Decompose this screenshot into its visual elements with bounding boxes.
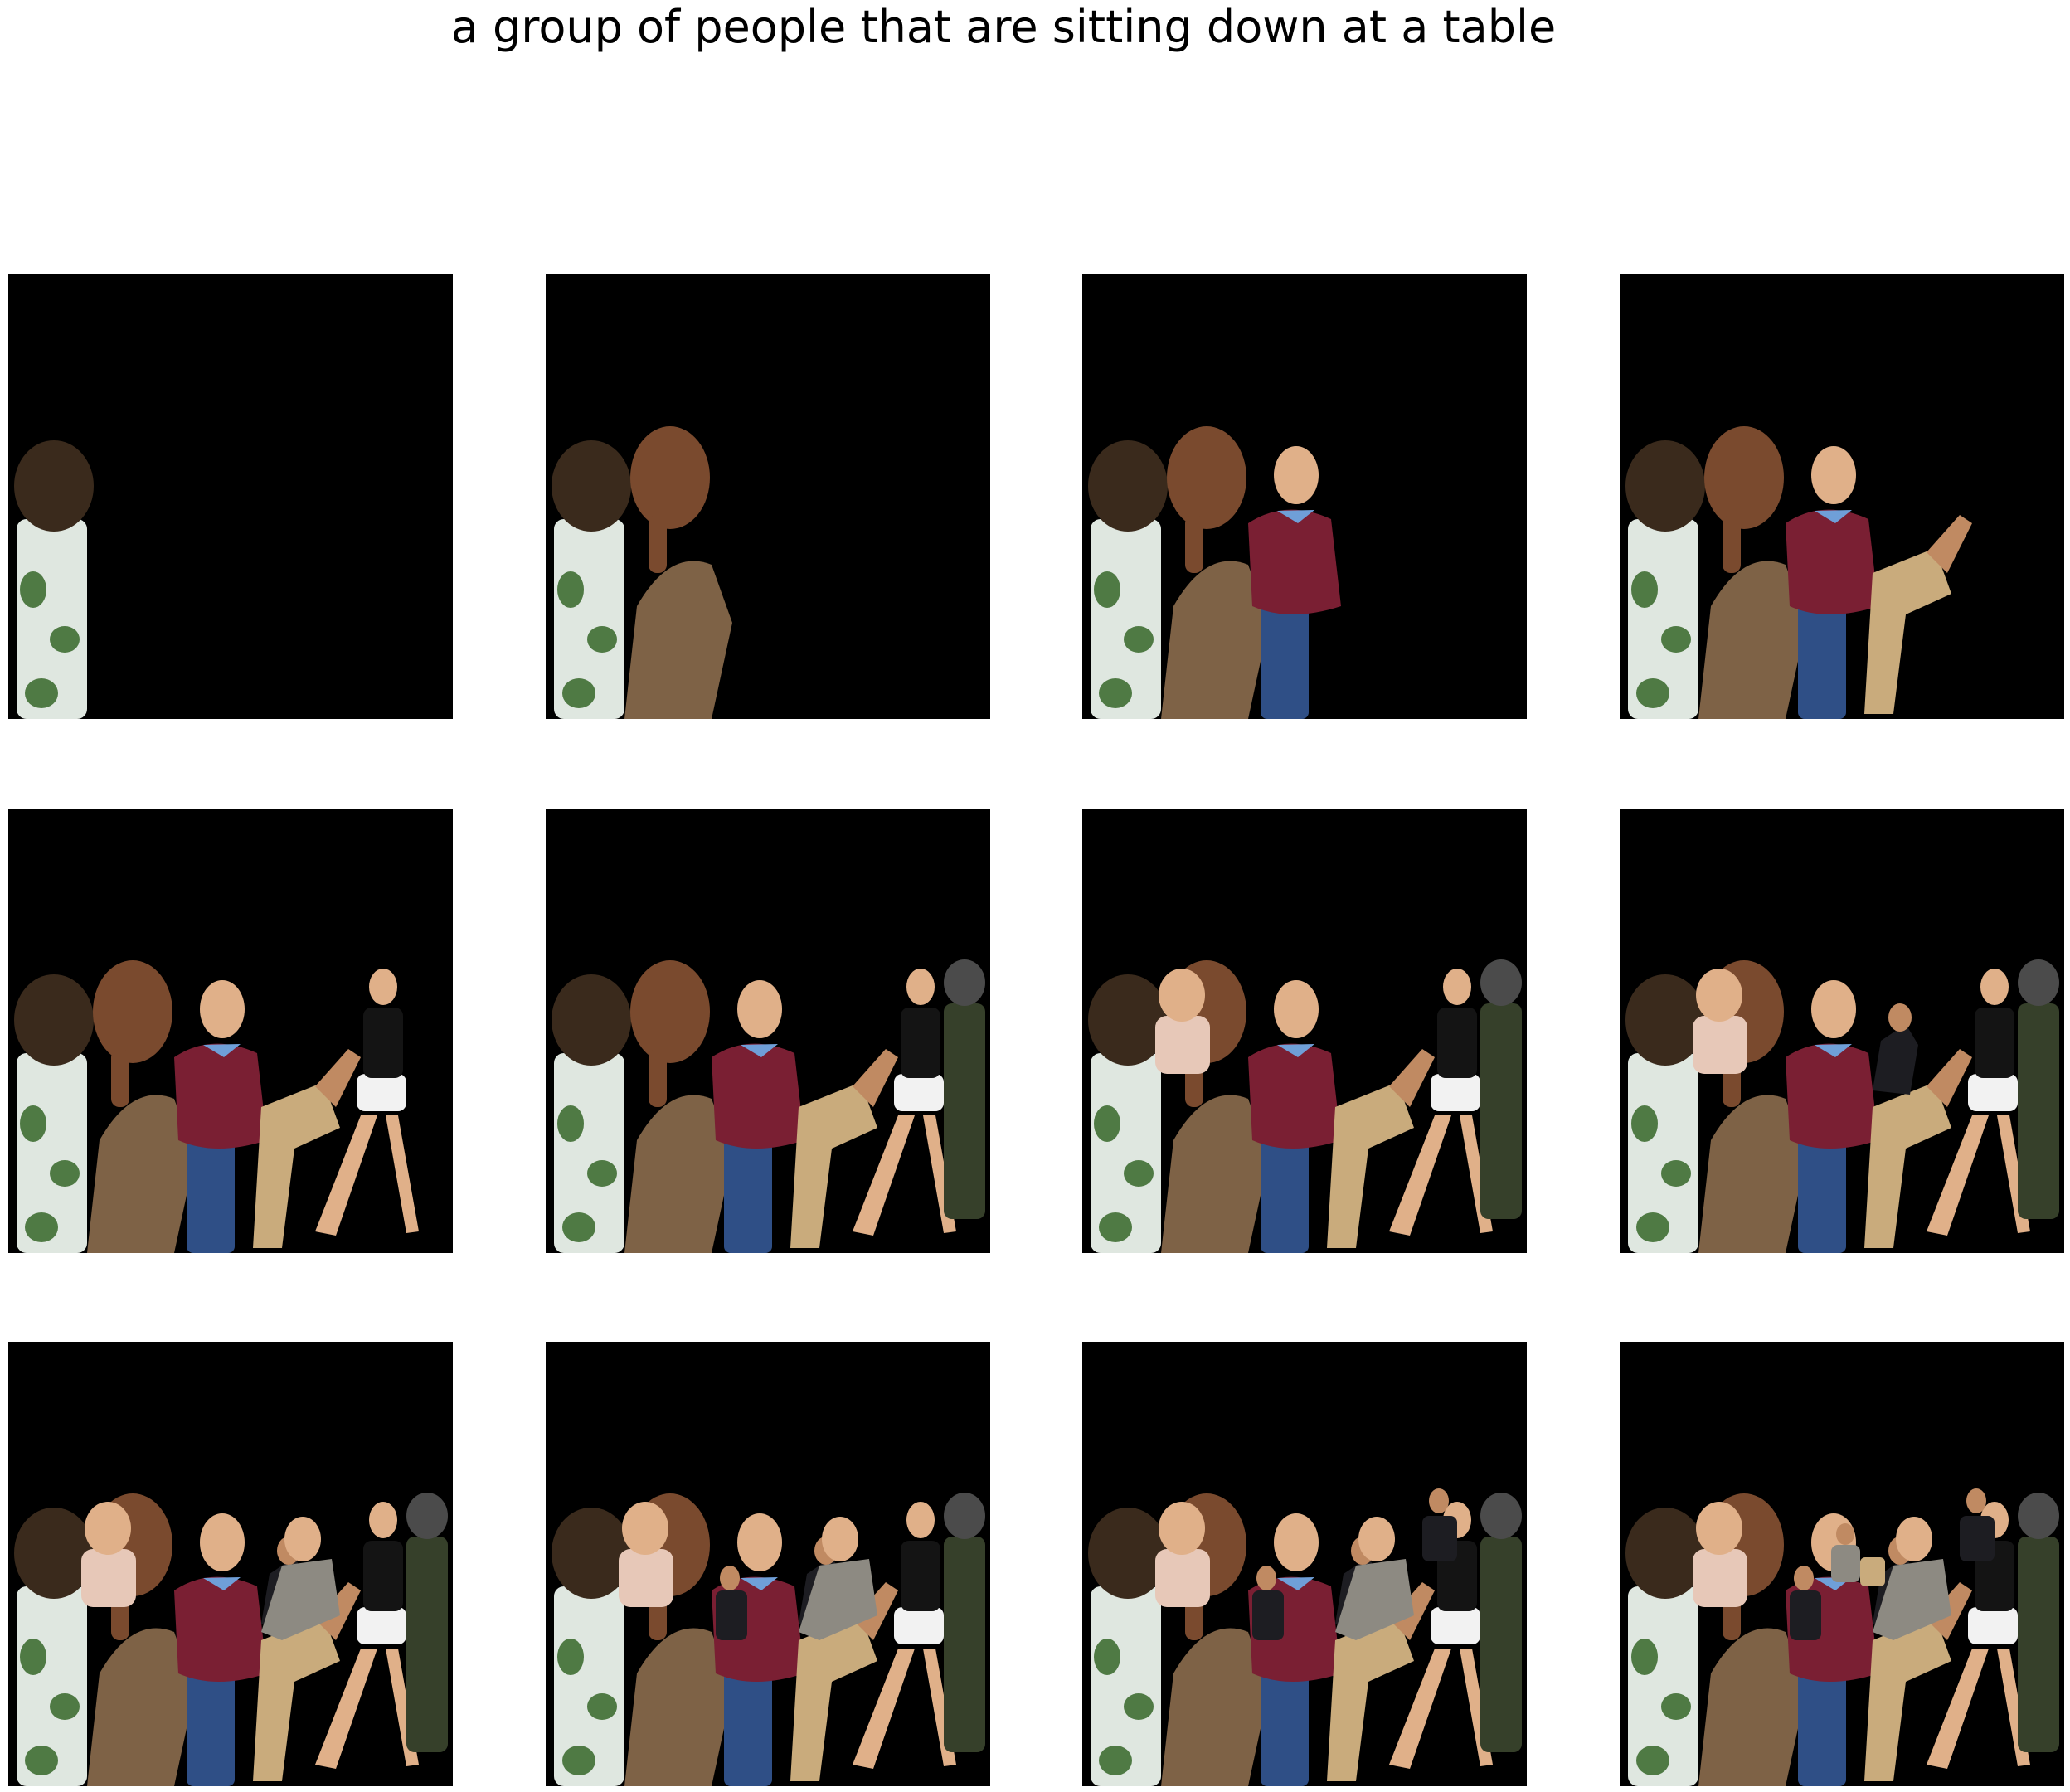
panel-step-8 — [1620, 809, 2064, 1253]
curly-hair-person — [1625, 974, 1705, 1253]
curly-hair-person — [1088, 1508, 1168, 1786]
composite-image — [14, 440, 94, 719]
helmeted-person — [1480, 1493, 1522, 1752]
man-maroon-sweater — [712, 1513, 804, 1786]
composite-image — [552, 1493, 985, 1786]
seated-khaki-legs — [253, 1049, 361, 1248]
curly-hair-person — [14, 440, 94, 719]
seated-khaki-legs — [1327, 1049, 1435, 1248]
helmeted-person — [944, 959, 985, 1219]
man-upper-right — [1960, 1488, 1995, 1561]
helmeted-person — [406, 1493, 448, 1752]
composite-image — [1625, 1488, 2059, 1786]
man-maroon-sweater — [1248, 446, 1341, 719]
panel-step-12 — [1620, 1342, 2064, 1786]
curly-hair-person — [552, 974, 631, 1253]
panel-step-10 — [546, 1342, 990, 1786]
woman-white-shorts — [315, 969, 419, 1236]
composite-image — [14, 1493, 448, 1786]
small-suited-man — [1252, 1566, 1284, 1640]
man-maroon-sweater — [1248, 1513, 1341, 1786]
toddler — [1693, 969, 1747, 1074]
small-suited-man — [716, 1566, 747, 1640]
helmeted-person — [2018, 959, 2059, 1219]
curly-hair-person — [552, 1508, 631, 1786]
curly-hair-person — [1088, 974, 1168, 1253]
helmeted-person — [2018, 1493, 2059, 1752]
toddler — [81, 1502, 136, 1607]
man-maroon-sweater — [1786, 446, 1878, 719]
man-dark-suit — [1873, 1003, 1918, 1095]
distant-people — [1831, 1523, 1885, 1586]
curly-hair-person — [1625, 440, 1705, 719]
helmeted-person — [944, 1493, 985, 1752]
panel-step-1 — [8, 274, 453, 719]
panel-step-3 — [1082, 274, 1527, 719]
curly-hair-person — [1088, 440, 1168, 719]
curly-hair-person — [14, 974, 94, 1253]
woman-white-shorts — [853, 1502, 956, 1769]
panel-step-11 — [1082, 1342, 1527, 1786]
curly-hair-person — [1625, 1508, 1705, 1786]
woman-white-shorts — [1927, 969, 2030, 1236]
woman-white-shorts — [853, 969, 956, 1236]
panel-step-9 — [8, 1342, 453, 1786]
composite-image — [1088, 426, 1341, 719]
composite-image — [1625, 426, 1972, 719]
man-maroon-sweater — [712, 980, 804, 1253]
woman-white-shorts — [315, 1502, 419, 1769]
composite-image — [1088, 1488, 1522, 1786]
panel-step-7 — [1082, 809, 1527, 1253]
toddler — [619, 1502, 673, 1607]
figure-title: a group of people that are sitting down … — [450, 1, 1557, 53]
panel-step-4 — [1620, 274, 2064, 719]
composite-image — [1625, 959, 2059, 1253]
man-maroon-sweater — [1786, 980, 1878, 1253]
seated-khaki-legs — [790, 1049, 898, 1248]
man-maroon-sweater — [1248, 980, 1341, 1253]
toddler — [1693, 1502, 1747, 1607]
seated-khaki-legs — [1864, 515, 1972, 714]
curly-hair-person — [14, 1508, 94, 1786]
helmeted-person — [1480, 959, 1522, 1219]
man-upper-right — [1422, 1488, 1457, 1561]
composite-image — [552, 426, 732, 719]
toddler — [1155, 1502, 1210, 1607]
woman-brown-blouse — [624, 426, 732, 719]
composite-image — [1088, 959, 1522, 1253]
man-maroon-sweater — [174, 1513, 267, 1786]
curly-hair-person — [552, 440, 631, 719]
toddler — [1155, 969, 1210, 1074]
panel-step-6 — [546, 809, 990, 1253]
small-suited-man — [1790, 1566, 1821, 1640]
man-maroon-sweater — [174, 980, 267, 1253]
composite-image — [552, 959, 985, 1253]
woman-white-shorts — [1389, 969, 1493, 1236]
composite-image — [14, 960, 419, 1253]
panel-step-2 — [546, 274, 990, 719]
panel-step-5 — [8, 809, 453, 1253]
